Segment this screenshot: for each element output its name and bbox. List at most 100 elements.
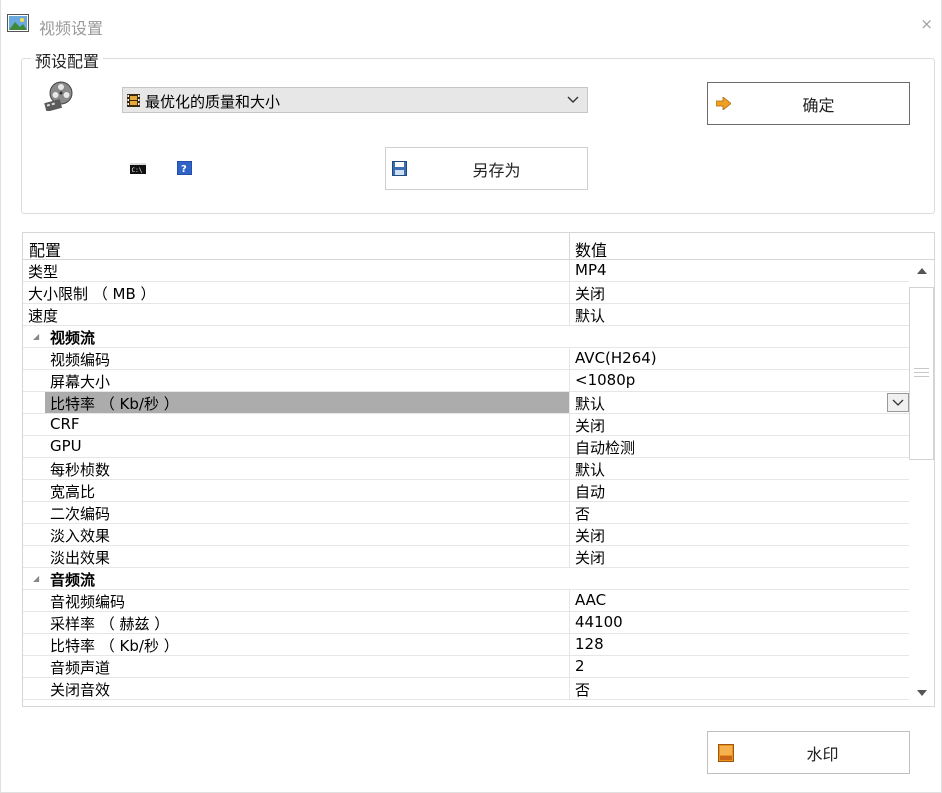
grid-rows: 类型 MP4 大小限制 （ MB ） 关闭 速度 默认 ◢ 视频流 视频编码 A… — [23, 260, 909, 700]
row-value: 44100 — [575, 613, 623, 631]
grid-header-value: 数值 — [575, 241, 608, 260]
watermark-button-label: 水印 — [806, 744, 839, 764]
save-as-button[interactable]: 另存为 — [385, 147, 588, 190]
row-value: 自动检测 — [575, 439, 636, 457]
preset-selected-value: 最优化的质量和大小 — [145, 93, 281, 111]
chevron-down-icon — [892, 399, 904, 406]
grid-row-mute-audio[interactable]: 关闭音效 否 — [23, 678, 909, 700]
row-label: 淡出效果 — [50, 549, 111, 567]
grid-category-video-stream[interactable]: ◢ 视频流 — [23, 326, 909, 348]
scrollbar-thumb[interactable] — [909, 287, 934, 460]
value-dropdown-button[interactable] — [887, 393, 909, 412]
save-as-button-label: 另存为 — [472, 160, 521, 180]
ok-button[interactable]: 确定 — [707, 82, 910, 125]
row-value: 关闭 — [575, 549, 606, 567]
grid-row-video-bitrate[interactable]: 比特率 （ Kb/秒 ） 默认 — [23, 392, 909, 414]
grid-row-aspect-ratio[interactable]: 宽高比 自动 — [23, 480, 909, 502]
row-label: 大小限制 （ MB ） — [28, 285, 156, 303]
close-icon[interactable]: × — [920, 15, 933, 33]
grid-header: 配置 数值 — [23, 233, 934, 260]
console-icon[interactable]: C:\ — [130, 163, 146, 174]
category-label: 视频流 — [50, 329, 96, 347]
picture-icon — [7, 14, 29, 32]
scrollbar-grip — [914, 372, 929, 373]
row-label: 淡入效果 — [50, 527, 111, 545]
grid-row-size-limit[interactable]: 大小限制 （ MB ） 关闭 — [23, 282, 909, 304]
row-label: 屏幕大小 — [50, 373, 111, 391]
grid-row-screen-size[interactable]: 屏幕大小 <1080p — [23, 370, 909, 392]
row-separator — [569, 480, 570, 501]
row-value: 128 — [575, 635, 604, 653]
row-label: 速度 — [28, 307, 59, 325]
row-value: 默认 — [575, 307, 606, 325]
row-separator — [569, 436, 570, 457]
svg-text:?: ? — [181, 164, 187, 175]
collapse-triangle-icon[interactable]: ◢ — [33, 574, 39, 583]
row-value: MP4 — [575, 261, 607, 279]
watermark-button[interactable]: 水印 — [707, 731, 910, 774]
row-label: 关闭音效 — [50, 681, 111, 699]
row-separator — [569, 282, 570, 303]
row-label: 二次编码 — [50, 505, 111, 523]
row-separator — [569, 414, 570, 435]
collapse-triangle-icon[interactable]: ◢ — [33, 332, 39, 341]
grid-row-two-pass[interactable]: 二次编码 否 — [23, 502, 909, 524]
row-value: 默认 — [575, 461, 606, 479]
row-value: 关闭 — [575, 527, 606, 545]
settings-property-grid: 配置 数值 类型 MP4 大小限制 （ MB ） 关闭 速度 默认 ◢ 视频流 … — [22, 232, 935, 707]
row-label: 视频编码 — [50, 351, 111, 369]
chevron-down-icon — [567, 96, 579, 103]
film-strip-icon — [127, 94, 140, 107]
grid-row-crf[interactable]: CRF 关闭 — [23, 414, 909, 436]
grid-header-name: 配置 — [29, 241, 62, 260]
video-settings-window: 视频设置 × 预设配置 最优化的质量和大小 确定 C:\ ? 另存为 配置 数值… — [0, 0, 942, 793]
row-label: 比特率 （ Kb/秒 ） — [50, 637, 179, 655]
row-value: 自动 — [575, 483, 606, 501]
preset-group-label: 预设配置 — [31, 48, 104, 72]
grid-row-sample-rate[interactable]: 采样率 （ 赫兹 ） 44100 — [23, 612, 909, 634]
ok-button-label: 确定 — [802, 95, 835, 115]
row-label: 每秒桢数 — [50, 461, 111, 479]
row-separator — [569, 458, 570, 479]
scrollbar-grip — [914, 376, 929, 377]
row-separator — [569, 260, 570, 281]
grid-row-audio-bitrate[interactable]: 比特率 （ Kb/秒 ） 128 — [23, 634, 909, 656]
scroll-down-arrow-icon[interactable] — [917, 690, 927, 696]
preset-dropdown[interactable]: 最优化的质量和大小 — [122, 87, 588, 113]
grid-row-video-codec[interactable]: 视频编码 AVC(H264) — [23, 348, 909, 370]
grid-row-fade-in[interactable]: 淡入效果 关闭 — [23, 524, 909, 546]
grid-header-separator — [569, 233, 570, 260]
grid-category-audio-stream[interactable]: ◢ 音频流 — [23, 568, 909, 590]
row-value: 否 — [575, 505, 591, 523]
grid-row-type[interactable]: 类型 MP4 — [23, 260, 909, 282]
row-separator — [569, 392, 570, 413]
svg-text:C:\: C:\ — [132, 167, 143, 174]
grid-vertical-scrollbar[interactable] — [909, 260, 934, 706]
row-value: 关闭 — [575, 285, 606, 303]
row-label: 比特率 （ Kb/秒 ） — [50, 395, 179, 413]
row-value: 默认 — [575, 395, 606, 413]
category-label: 音频流 — [50, 571, 96, 589]
help-icon[interactable]: ? — [177, 161, 192, 175]
row-separator — [569, 304, 570, 325]
row-value: 否 — [575, 681, 591, 699]
row-separator — [569, 590, 570, 611]
grid-row-audio-channels[interactable]: 音频声道 2 — [23, 656, 909, 678]
grid-row-speed[interactable]: 速度 默认 — [23, 304, 909, 326]
row-label: 音频声道 — [50, 659, 111, 677]
row-label: 类型 — [28, 263, 59, 281]
row-label: 宽高比 — [50, 483, 96, 501]
grid-row-gpu[interactable]: GPU 自动检测 — [23, 436, 909, 458]
row-value: 关闭 — [575, 417, 606, 435]
row-value: AAC — [575, 591, 607, 609]
row-label: 采样率 （ 赫兹 ） — [50, 615, 170, 633]
row-separator — [569, 612, 570, 633]
grid-row-fade-out[interactable]: 淡出效果 关闭 — [23, 546, 909, 568]
grid-row-audio-codec[interactable]: 音视频编码 AAC — [23, 590, 909, 612]
row-value: <1080p — [575, 371, 636, 389]
scroll-up-arrow-icon[interactable] — [917, 268, 927, 274]
row-separator — [569, 656, 570, 677]
row-value: 2 — [575, 657, 585, 675]
grid-row-fps[interactable]: 每秒桢数 默认 — [23, 458, 909, 480]
row-separator — [569, 546, 570, 567]
